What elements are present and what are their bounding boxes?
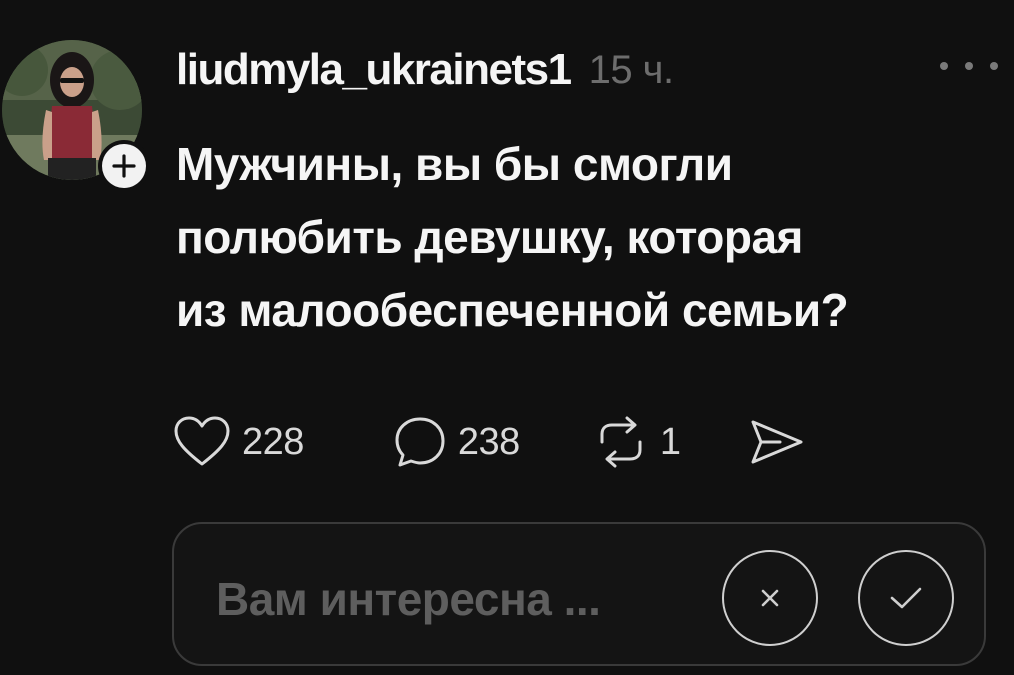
like-button[interactable]: 228 — [172, 415, 304, 469]
confirm-button[interactable] — [858, 550, 954, 646]
ellipsis-icon — [990, 62, 998, 70]
post-screen: liudmyla_ukrainets1 15 ч. Мужчины, вы бы… — [0, 0, 1014, 675]
share-button[interactable] — [748, 416, 806, 468]
reply-count: 238 — [457, 420, 520, 463]
like-count: 228 — [242, 420, 304, 463]
username[interactable]: liudmyla_ukrainets1 — [176, 45, 572, 95]
timestamp: 15 ч. — [588, 47, 675, 92]
ellipsis-icon — [965, 62, 973, 70]
more-options-button[interactable] — [940, 50, 998, 82]
post-text-line: из малообеспеченной семьи? — [176, 284, 849, 336]
send-icon — [751, 420, 803, 464]
speech-bubble-icon — [395, 417, 445, 467]
ellipsis-icon — [940, 62, 948, 70]
action-bar: 228 238 1 — [172, 412, 806, 472]
close-icon — [761, 589, 779, 607]
post-text-line: полюбить девушку, которая — [176, 211, 803, 263]
check-icon — [890, 587, 922, 609]
dismiss-button[interactable] — [722, 550, 818, 646]
plus-icon — [112, 154, 136, 178]
interest-survey: Вам интересна ... — [172, 522, 986, 666]
heart-icon — [174, 416, 230, 466]
follow-button[interactable] — [98, 140, 150, 192]
post-header: liudmyla_ukrainets1 15 ч. — [176, 42, 674, 98]
avatar-container — [0, 40, 150, 192]
post-text-line: Мужчины, вы бы смогли — [176, 138, 733, 190]
repost-icon — [600, 416, 642, 468]
post-body: Мужчины, вы бы смогли полюбить девушку, … — [176, 128, 996, 347]
repost-count: 1 — [659, 420, 681, 463]
reply-button[interactable]: 238 — [392, 414, 520, 470]
repost-button[interactable]: 1 — [592, 414, 681, 470]
survey-prompt: Вам интересна ... — [216, 573, 601, 625]
